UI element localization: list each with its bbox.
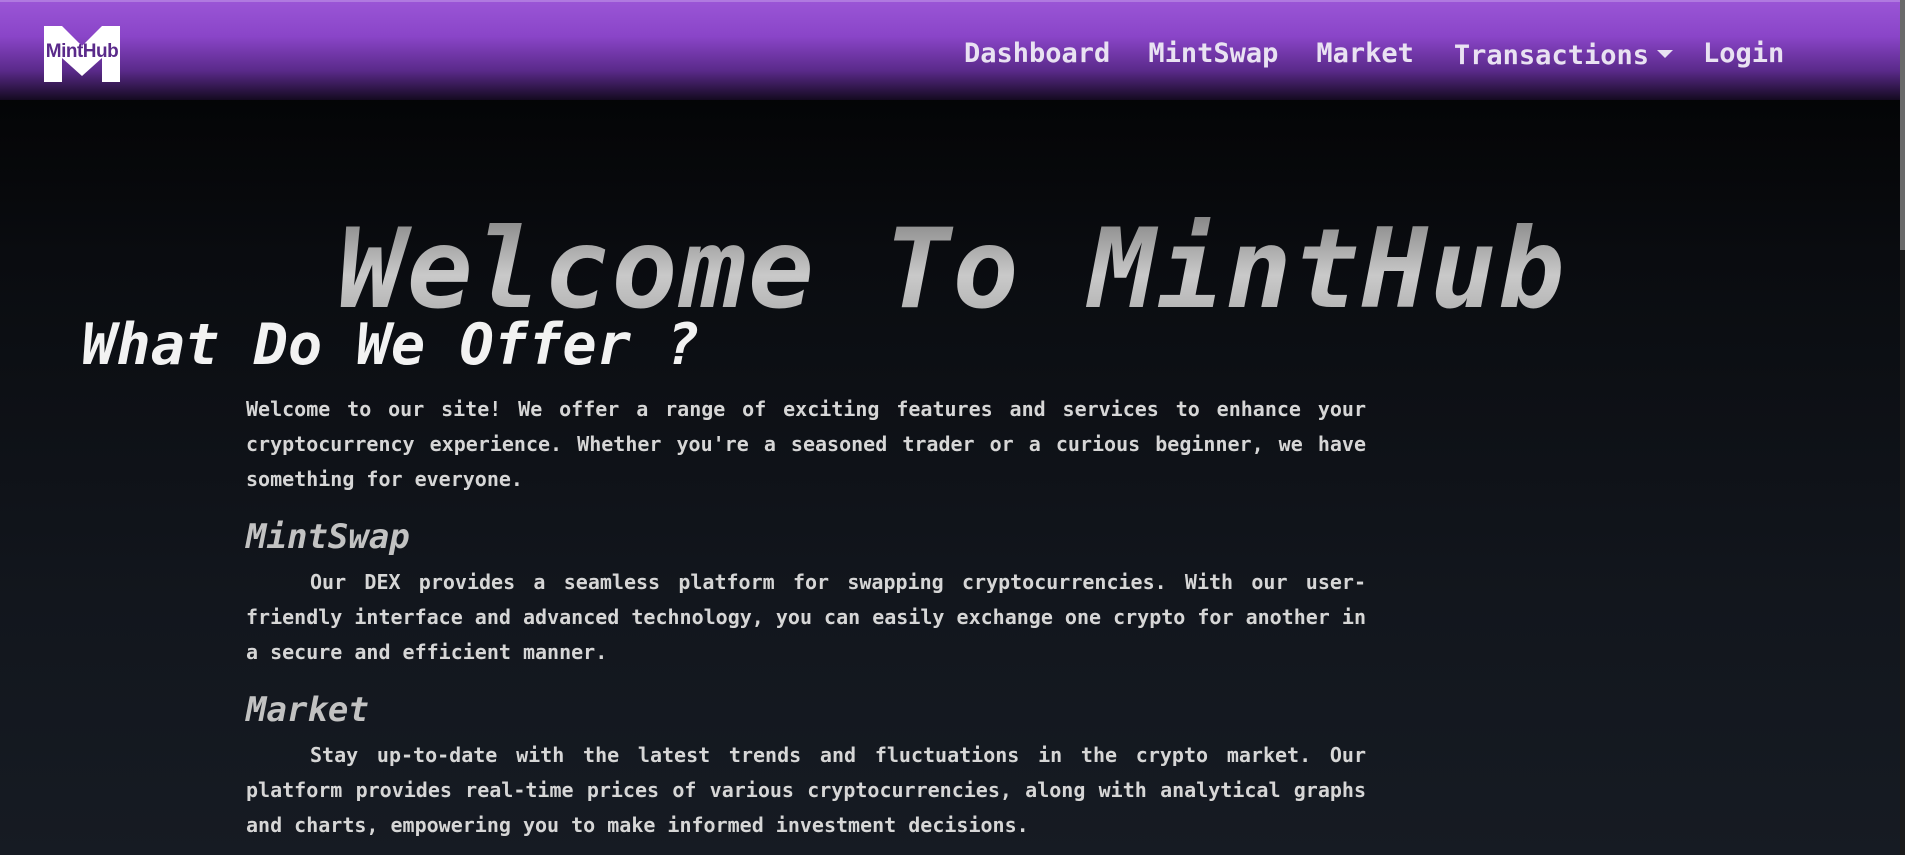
logo-text: MintHub	[45, 41, 119, 62]
nav-mintswap-link[interactable]: MintSwap	[1148, 34, 1278, 74]
nav-market-link[interactable]: Market	[1316, 34, 1414, 74]
page-scrollbar[interactable]	[1900, 0, 1905, 855]
section-title-market: Market	[246, 690, 369, 730]
offer-content: Welcome to our site! We offer a range of…	[246, 392, 1366, 843]
nav-links: Dashboard MintSwap Market Transactions L…	[964, 32, 1784, 76]
chevron-down-icon	[1656, 50, 1673, 58]
section-title-mintswap: MintSwap	[246, 517, 410, 557]
minthub-logo-icon[interactable]: MintHub	[36, 24, 128, 84]
nav-transactions-dropdown[interactable]: Transactions	[1454, 32, 1673, 76]
offer-intro-text: Welcome to our site! We offer a range of…	[246, 397, 1366, 491]
nav-transactions-label: Transactions	[1453, 40, 1649, 71]
top-navbar: MintHub Dashboard MintSwap Market Transa…	[0, 0, 1900, 100]
offer-heading: What Do We Offer ?	[82, 312, 700, 378]
nav-dashboard-link[interactable]: Dashboard	[964, 34, 1110, 74]
section-text-market: Stay up-to-date with the latest trends a…	[246, 743, 1366, 837]
nav-login-link[interactable]: Login	[1703, 34, 1784, 74]
section-text-mintswap: Our DEX provides a seamless platform for…	[246, 570, 1366, 664]
